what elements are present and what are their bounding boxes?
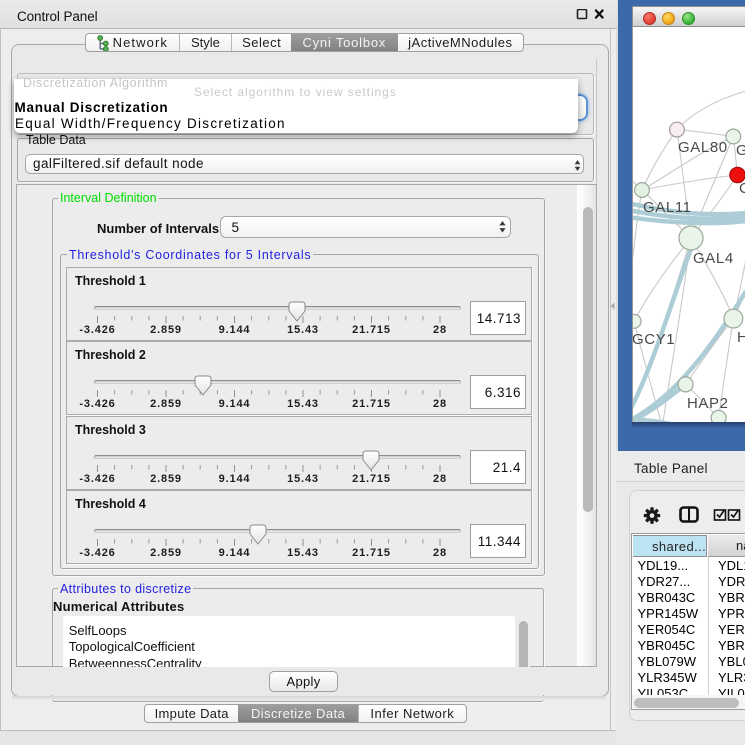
svg-text:HAP2: HAP2: [687, 395, 729, 412]
svg-text:GAL11: GAL11: [643, 199, 692, 216]
svg-text:GAL4: GAL4: [693, 250, 734, 267]
svg-text:G...: G...: [736, 142, 745, 159]
svg-text:GCY1: GCY1: [633, 331, 675, 348]
svg-text:C: C: [739, 180, 745, 197]
svg-text:GAL80: GAL80: [678, 139, 728, 156]
svg-text:H: H: [737, 329, 745, 346]
